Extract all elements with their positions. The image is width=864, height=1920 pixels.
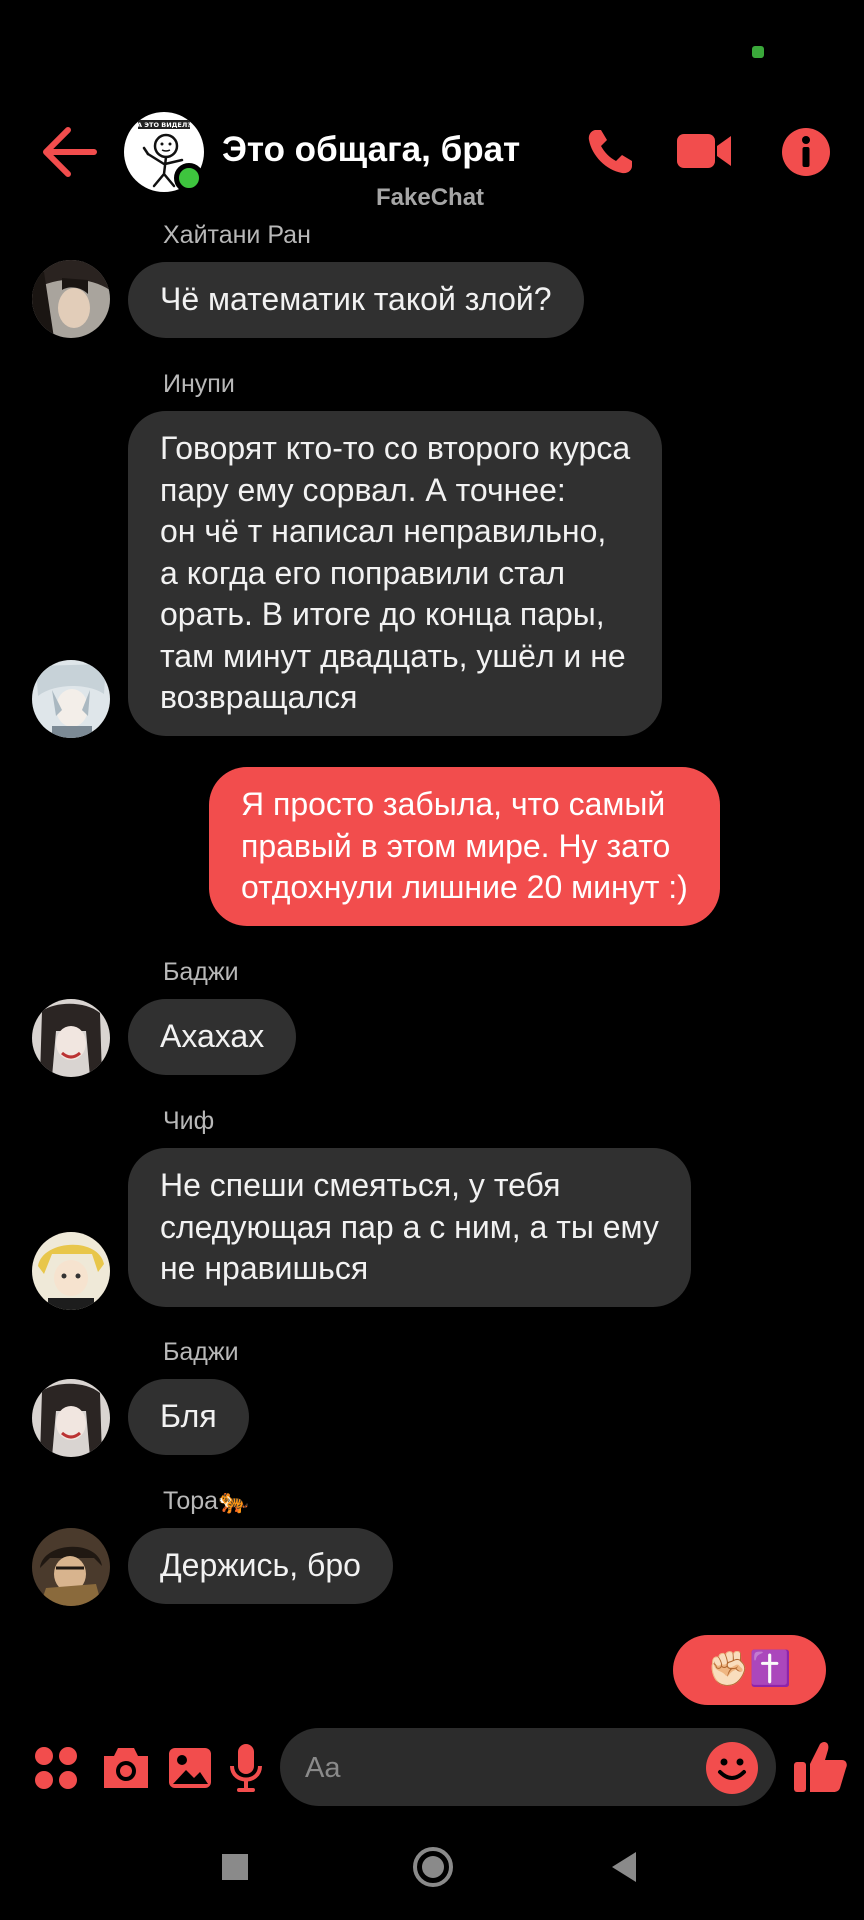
chat-header: А ЭТО ВИДЕЛ? Это общага, брат FakeChat [0,110,864,220]
message-text-line: правый в этом мире. Ну зато [241,827,671,864]
message-text-line: отдохнули лишние 20 минут :) [241,869,688,905]
back-arrow-icon[interactable] [38,124,100,180]
sender-name: Баджи [163,958,239,986]
message-bubble[interactable]: Не спеши смеяться, у тебя следующая пар … [128,1148,691,1307]
chat-subtitle: FakeChat [376,184,485,211]
gallery-icon[interactable] [166,1740,214,1796]
avatar[interactable] [32,260,110,338]
sender-name: Хайтани Ран [163,221,311,249]
avatar-caption: А ЭТО ВИДЕЛ? [137,121,191,129]
nav-square-icon[interactable] [220,1836,250,1898]
message-text-line: пару ему сорвал. А точнее: [160,471,566,508]
camera-icon[interactable] [100,1740,152,1796]
sender-name: Чиф [163,1107,215,1135]
message-text-line: Я просто забыла, что самый [241,786,666,822]
message-text: ✊🏻✝️ [707,1650,792,1688]
message-text-line: там минут двадцать, ушёл и не [160,637,626,674]
nav-home-icon[interactable] [411,1836,455,1898]
message-text-line: следующая пар а с ним, а ты ему [160,1208,659,1245]
avatar-image [32,1232,110,1310]
emoji-icon[interactable] [704,1740,760,1796]
sender-name: Тора🐅 [163,1487,250,1515]
online-status-dot [174,163,204,193]
avatar[interactable] [32,1232,110,1310]
message-text-line: Говорят кто-то со второго курса [160,430,631,466]
sender-name: Баджи [163,1338,239,1366]
message-text: Ахахах [160,1018,265,1054]
message-text: Держись, бро [160,1547,361,1583]
avatar-image [32,660,110,738]
message-text-line: возвращался [160,679,358,715]
message-bubble[interactable]: Держись, бро [128,1528,393,1604]
nav-back-icon[interactable] [608,1836,640,1898]
message-bubble[interactable]: Чё математик такой злой? [128,262,584,338]
phone-icon[interactable] [582,124,642,180]
avatar[interactable] [32,1379,110,1457]
thumbs-up-icon[interactable] [792,1736,848,1796]
avatar-image [32,1379,110,1457]
message-text-line: орать. В итоге до конца пары, [160,596,605,632]
message-text: Чё математик такой злой? [160,281,552,317]
message-bubble[interactable]: Бля [128,1379,249,1455]
info-icon[interactable] [776,124,836,180]
avatar-image [32,1528,110,1606]
apps-grid-icon[interactable] [32,1740,80,1796]
message-input[interactable] [280,1728,776,1806]
status-indicator [752,46,764,58]
message-bubble[interactable]: Ахахах [128,999,297,1075]
microphone-icon[interactable] [226,1740,266,1796]
avatar-image [32,260,110,338]
my-message-bubble[interactable]: Я просто забыла, что самый правый в этом… [209,767,720,926]
chat-title[interactable]: Это общага, брат [222,130,520,170]
message-text-line: не нравишься [160,1250,369,1286]
message-text-line: он чё т написал неправильно, [160,513,607,549]
video-camera-icon[interactable] [675,124,735,180]
avatar[interactable] [32,1528,110,1606]
avatar[interactable] [32,999,110,1077]
my-message-bubble[interactable]: ✊🏻✝️ [673,1635,826,1705]
avatar[interactable] [32,660,110,738]
message-bubble[interactable]: Говорят кто-то со второго курса пару ему… [128,411,663,736]
message-text-line: а когда его поправили стал [160,554,566,591]
message-text-line: Не спеши смеяться, у тебя [160,1167,561,1203]
sender-name: Инупи [163,370,235,398]
avatar-image [32,999,110,1077]
message-text: Бля [160,1398,217,1434]
message-input-placeholder: Aa [305,1752,341,1784]
